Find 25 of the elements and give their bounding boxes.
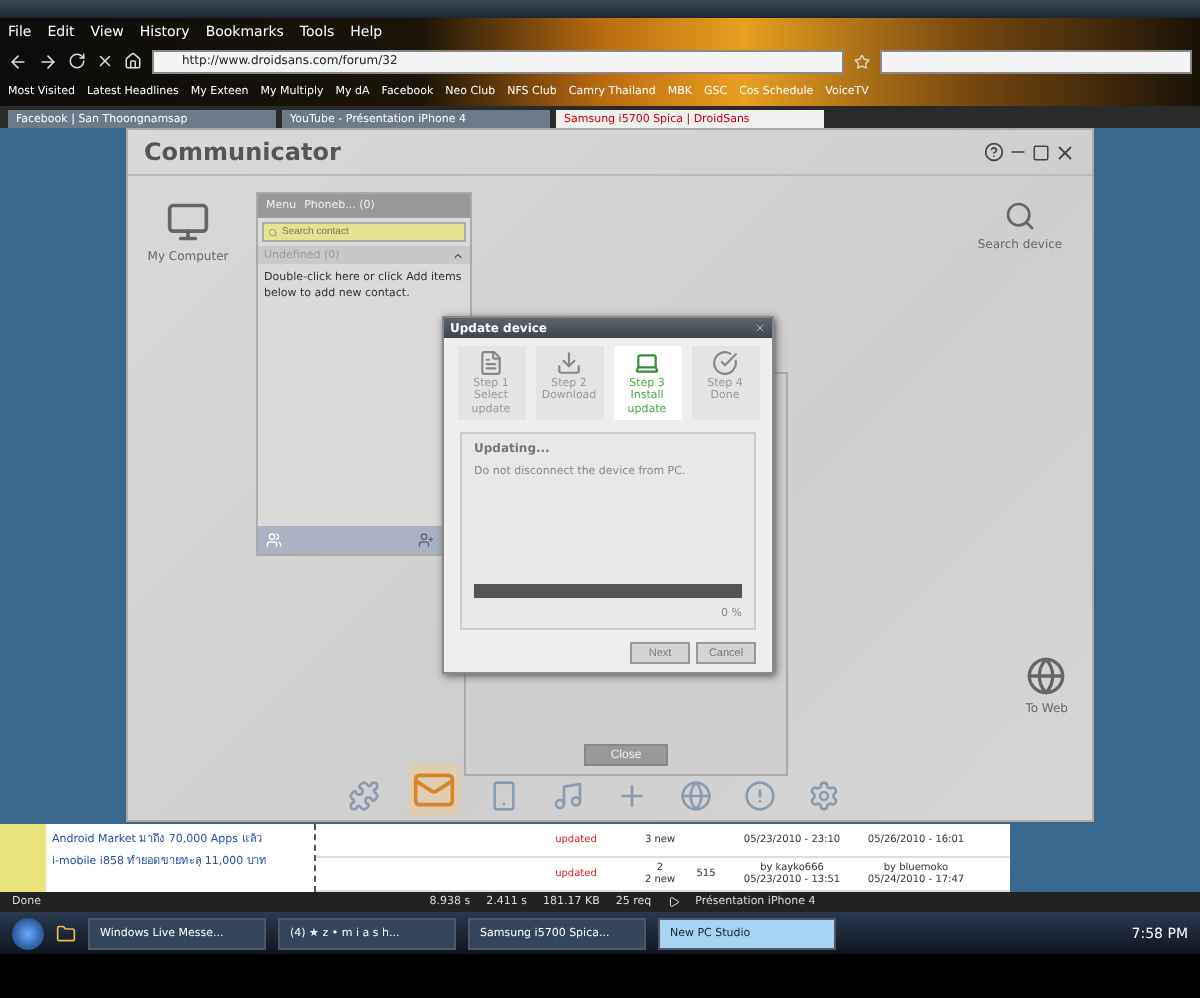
forward-icon[interactable] [38, 51, 58, 71]
play-icon[interactable] [667, 896, 680, 908]
add-contact-icon[interactable] [418, 532, 434, 548]
search-icon[interactable] [1004, 200, 1036, 232]
globe-icon[interactable] [1026, 656, 1067, 696]
home-icon[interactable] [124, 52, 142, 70]
close-icon[interactable] [1054, 141, 1076, 163]
search-field[interactable] [880, 49, 1192, 73]
star-icon[interactable] [854, 53, 870, 69]
check-icon [712, 350, 738, 376]
close-icon[interactable] [96, 52, 114, 70]
search-icon [268, 227, 278, 237]
maximize-icon[interactable] [1032, 143, 1050, 161]
window-title: Communicator [144, 138, 343, 166]
laptop-icon [634, 350, 660, 376]
reload-icon[interactable] [68, 52, 86, 70]
download-icon [556, 350, 582, 376]
back-icon[interactable] [8, 51, 28, 71]
computer-icon[interactable] [166, 200, 210, 244]
document-icon [478, 350, 504, 376]
chevron-up-icon[interactable] [452, 249, 464, 261]
start-button[interactable] [12, 917, 44, 949]
help-icon[interactable] [984, 142, 1004, 162]
folder-icon[interactable] [56, 923, 76, 943]
contacts-icon[interactable] [266, 532, 282, 548]
